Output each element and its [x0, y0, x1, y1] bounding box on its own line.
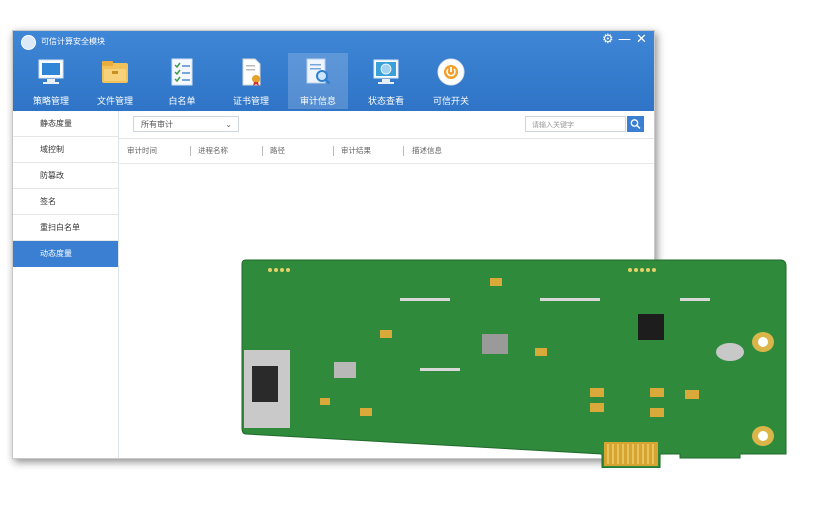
sidebar-item-domain-control[interactable]: 域控制 [13, 137, 118, 163]
column-divider [190, 146, 191, 156]
pcb-card-image [241, 259, 787, 468]
window-title: 可信计算安全模块 [41, 37, 105, 46]
settings-icon[interactable]: ⚙ [602, 32, 614, 48]
chevron-down-icon: ⌄ [225, 120, 232, 129]
audit-type-select[interactable]: 所有审计 ⌄ [133, 116, 239, 132]
app-logo-icon [21, 35, 36, 50]
toolbar-label: 证书管理 [232, 97, 269, 107]
toolbar-item-policy[interactable]: 策略管理 [21, 53, 81, 109]
sidebar-item-anti-tamper[interactable]: 防篡改 [13, 163, 118, 189]
toolbar-label: 策略管理 [32, 97, 69, 107]
monitor-icon [38, 59, 64, 84]
close-icon[interactable]: ✕ [636, 32, 647, 48]
toolbar-label: 审计信息 [299, 97, 336, 107]
toolbar-item-whitelist[interactable]: 白名单 [152, 53, 212, 109]
search-input[interactable]: 请输入关键字 [525, 116, 626, 132]
audit-search-icon [306, 58, 331, 85]
column-audit-result: 审计结果 [341, 146, 371, 155]
column-divider [403, 146, 404, 156]
minimize-icon[interactable]: — [618, 32, 631, 48]
sidebar-item-rescan-whitelist[interactable]: 重扫白名单 [13, 215, 118, 241]
power-icon [437, 58, 465, 86]
column-divider [333, 146, 334, 156]
sidebar: 静态度量 域控制 防篡改 签名 重扫白名单 动态度量 [13, 111, 119, 458]
audit-type-value: 所有审计 [141, 120, 173, 129]
top-toolbar: 可信计算安全模块 ⚙ — ✕ 策略管理 文件管理 白名单 证书管理 审计信息 状… [13, 31, 654, 111]
filter-bar: 所有审计 ⌄ 请输入关键字 [119, 111, 654, 139]
toolbar-label: 文件管理 [96, 97, 133, 107]
column-description: 描述信息 [412, 146, 442, 155]
sidebar-item-dynamic-measure[interactable]: 动态度量 [13, 241, 118, 267]
sidebar-item-static-measure[interactable]: 静态度量 [13, 111, 118, 137]
search-icon [630, 119, 641, 129]
column-path: 路径 [270, 146, 285, 155]
certificate-icon [242, 58, 261, 86]
column-divider [262, 146, 263, 156]
toolbar-item-audit[interactable]: 审计信息 [288, 53, 348, 109]
column-process-name: 进程名称 [198, 146, 228, 155]
toolbar-label: 白名单 [168, 97, 196, 107]
checklist-icon [171, 58, 193, 86]
column-audit-time: 审计时间 [127, 146, 157, 155]
globe-monitor-icon [373, 59, 399, 84]
table-header: 审计时间 进程名称 路径 审计结果 描述信息 [119, 138, 654, 164]
toolbar-item-trust-switch[interactable]: 可信开关 [421, 53, 481, 109]
toolbar-label: 可信开关 [432, 97, 469, 107]
toolbar-item-files[interactable]: 文件管理 [85, 53, 145, 109]
toolbar-item-status[interactable]: 状态查看 [356, 53, 416, 109]
search-button[interactable] [627, 116, 644, 132]
toolbar-label: 状态查看 [367, 97, 404, 107]
sidebar-item-signature[interactable]: 签名 [13, 189, 118, 215]
folder-icon [102, 61, 128, 83]
toolbar-item-certificates[interactable]: 证书管理 [221, 53, 281, 109]
